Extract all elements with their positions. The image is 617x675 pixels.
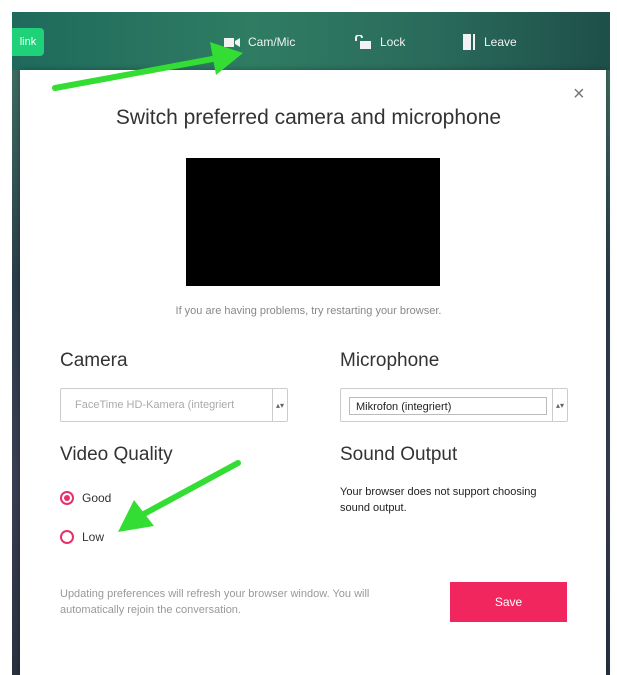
sound-output-label: Sound Output [340,444,458,465]
troubleshoot-hint: If you are having problems, try restarti… [175,305,442,317]
door-icon [463,34,475,50]
leave-label: Leave [484,35,517,49]
video-quality-label: Video Quality [60,444,173,465]
lock-button[interactable]: Lock [354,30,405,54]
chevron-icon: ▴▾ [552,389,567,421]
microphone-select-value: Mikrofon (integriert) [349,397,547,415]
camera-label: Camera [60,350,128,371]
lock-icon [355,35,371,49]
sound-output-note: Your browser does not support choosing s… [340,486,537,514]
quality-option-good[interactable]: Good [60,491,111,505]
video-camera-icon [224,37,240,47]
camera-select-value: FaceTime HD-Kamera (integriert [75,399,235,411]
radio-checked[interactable] [60,491,74,505]
top-toolbar [12,12,610,70]
chevron-icon: ▴▾ [272,389,287,421]
camera-preview [186,158,440,286]
link-button[interactable]: link [12,28,44,56]
quality-good-label: Good [82,491,112,505]
save-button[interactable]: Save [450,582,567,622]
microphone-label: Microphone [340,350,440,371]
quality-option-low[interactable]: Low [60,530,104,544]
cam-mic-label: Cam/Mic [248,35,296,49]
leave-button[interactable]: Leave [462,30,517,54]
modal-title: Switch preferred camera and microphone [115,106,502,129]
lock-label: Lock [380,35,406,49]
radio-unchecked[interactable] [60,530,74,544]
camera-select[interactable]: FaceTime HD-Kamera (integriert ▴▾ [60,388,288,422]
refresh-note: Updating preferences will refresh your b… [60,588,370,616]
close-icon[interactable]: × [573,84,585,104]
microphone-select[interactable]: Mikrofon (integriert) ▴▾ [340,388,568,422]
cam-mic-button[interactable]: Cam/Mic [224,30,295,54]
quality-low-label: Low [82,530,105,544]
